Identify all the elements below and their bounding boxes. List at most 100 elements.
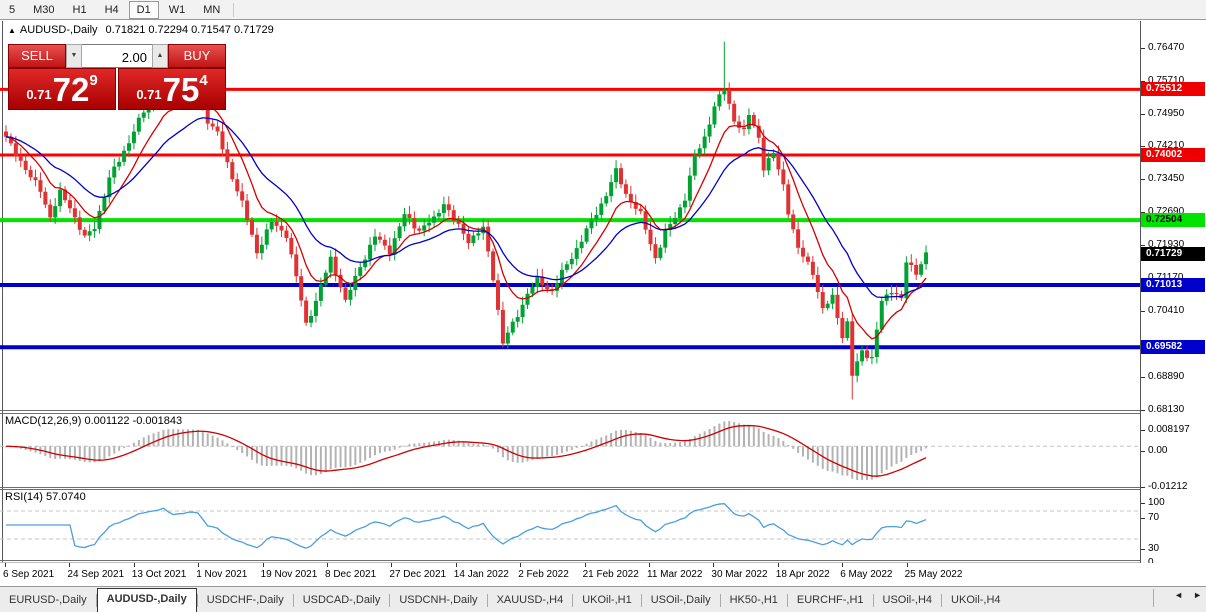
macd-histogram	[5, 421, 928, 480]
symbol-tab-ukoil-h1[interactable]: UKOil-,H1	[573, 590, 641, 612]
volume-input[interactable]	[82, 44, 152, 68]
chart-window: ▲ AUDUSD-,Daily 0.71821 0.72294 0.71547 0.…	[0, 21, 1206, 586]
date-tick-mark	[391, 563, 393, 567]
timeframe-button-d1[interactable]: D1	[128, 0, 159, 19]
price-level-badge: 0.71013	[1141, 278, 1205, 292]
date-tick-mark	[842, 563, 844, 567]
timeframe-button-m30[interactable]: M30	[25, 1, 62, 19]
price-tick-label: 0.73450	[1148, 173, 1185, 185]
symbol-tab-hk50-h1[interactable]: HK50-,H1	[721, 590, 787, 612]
symbol-tab-usoil-daily[interactable]: USOil-,Daily	[642, 590, 720, 612]
date-label: 25 May 2022	[904, 569, 963, 580]
volume-stepper: ▼ ▲	[66, 44, 168, 68]
macd-indicator-label: MACD(12,26,9) 0.001122 -0.001843	[5, 415, 183, 427]
price-level-badge: 0.74002	[1141, 148, 1205, 163]
date-tick-mark	[262, 563, 264, 567]
rsi-panel-canvas[interactable]	[0, 490, 1140, 560]
sell-price-prefix: 0.71	[26, 86, 52, 102]
indicator-tick-mark	[1141, 518, 1145, 519]
timeframe-button-h4[interactable]: H4	[97, 1, 127, 19]
tab-scroll-controls: ◄ ►	[1174, 590, 1202, 600]
timeframe-button-w1[interactable]: W1	[161, 1, 194, 19]
timeframe-button-mn[interactable]: MN	[195, 1, 228, 19]
date-tick-mark	[5, 563, 6, 567]
symbol-tab-usdchf-daily[interactable]: USDCHF-,Daily	[198, 590, 293, 612]
tab-bar-divider	[1153, 589, 1154, 607]
indicator-tick-label: 0.00	[1148, 445, 1168, 456]
date-tick-mark	[649, 563, 650, 567]
date-tick-mark	[455, 563, 457, 567]
indicator-tick-mark	[1141, 451, 1145, 452]
date-tick-mark	[713, 563, 715, 567]
symbol-tab-bar: EURUSD-,Daily AUDUSD-,Daily USDCHF-,Daily U…	[0, 586, 1206, 612]
panel-separator	[0, 560, 1206, 561]
buy-button[interactable]: BUY	[168, 44, 226, 68]
symbol-tab-eurusd-daily[interactable]: EURUSD-,Daily	[0, 590, 96, 612]
date-label: 18 Apr 2022	[775, 569, 830, 580]
buy-price-pip: 4	[199, 72, 208, 89]
sell-button[interactable]: SELL	[8, 44, 66, 68]
timeframe-button-5[interactable]: 5	[1, 1, 23, 19]
panel-separator	[0, 487, 1206, 488]
price-level-badge: 0.72504	[1141, 213, 1205, 228]
timeframe-toolbar: 5 M30 H1 H4 D1 W1 MN	[0, 0, 1206, 20]
price-tick-mark	[1141, 47, 1145, 49]
timeframe-button-h1[interactable]: H1	[65, 1, 95, 19]
symbol-tab-usoil-h4[interactable]: USOil-,H4	[874, 590, 942, 612]
price-tick-mark	[1141, 146, 1145, 147]
symbol-tab-audusd-daily[interactable]: AUDUSD-,Daily	[96, 588, 197, 612]
price-tick-mark	[1141, 179, 1145, 181]
price-axis: 0.76470 0.75710 0.74950 0.74210 0.73450 0.726…	[1140, 21, 1206, 568]
date-label: 30 Mar 2022	[711, 569, 768, 580]
date-axis[interactable]: 6 Sep 2021 24 Sep 2021 13 Oct 2021 1 Nov 20…	[0, 563, 1206, 586]
mt4-terminal: 5 M30 H1 H4 D1 W1 MN ▲ AUDUSD-,Daily 0.71821 0.7…	[0, 0, 1206, 612]
indicator-tick-label: -0.01212	[1148, 481, 1188, 492]
date-label: 21 Feb 2022	[582, 569, 639, 580]
price-level-badge: 0.71729	[1141, 246, 1205, 261]
indicator-tick-label: 70	[1148, 512, 1160, 523]
volume-decrease-button[interactable]: ▼	[66, 44, 82, 68]
price-tick-label: 0.68130	[1148, 404, 1185, 416]
toolbar-divider	[233, 2, 235, 17]
panel-separator	[0, 410, 1206, 411]
date-label: 24 Sep 2021	[67, 569, 125, 580]
horizontal-level-lines	[0, 87, 1140, 350]
rsi-line	[6, 502, 927, 549]
price-tick-mark	[1141, 377, 1145, 379]
tab-scroll-left-icon[interactable]: ◄	[1174, 590, 1183, 600]
date-tick-mark	[198, 563, 200, 567]
date-tick-mark	[327, 563, 328, 567]
date-tick-mark	[520, 563, 522, 567]
price-tick-label: 0.70410	[1148, 305, 1185, 317]
sell-price-display[interactable]: 0.71 72 9	[8, 68, 116, 110]
price-tick-label: 0.76470	[1148, 41, 1185, 53]
symbol-tab-xauusd-h4[interactable]: XAUUSD-,H4	[488, 590, 573, 612]
indicator-tick-label: 0.008197	[1148, 424, 1190, 435]
indicator-tick-label: 100	[1148, 497, 1165, 508]
date-label: 6 May 2022	[840, 569, 893, 580]
buy-price-big: 75	[162, 70, 200, 108]
date-label: 6 Sep 2021	[3, 569, 55, 580]
price-tick-mark	[1141, 311, 1145, 313]
date-tick-mark	[584, 563, 586, 567]
buy-price-prefix: 0.71	[136, 86, 162, 102]
sell-price-pip: 9	[89, 72, 98, 89]
rsi-indicator-label: RSI(14) 57.0740	[5, 491, 86, 503]
tab-scroll-right-icon[interactable]: ►	[1193, 590, 1202, 600]
buy-price-display[interactable]: 0.71 75 4	[118, 68, 226, 110]
date-tick-mark	[906, 563, 908, 567]
symbol-tab-usdcnh-daily[interactable]: USDCNH-,Daily	[390, 590, 486, 612]
date-tick-mark	[133, 563, 135, 567]
symbol-tab-usdcad-daily[interactable]: USDCAD-,Daily	[294, 590, 390, 612]
price-level-badge: 0.69582	[1141, 340, 1205, 355]
symbol-tab-ukoil-h4[interactable]: UKOil-,H4	[942, 590, 1010, 612]
date-label: 1 Nov 2021	[196, 569, 248, 580]
volume-increase-button[interactable]: ▲	[152, 44, 168, 68]
indicator-tick-mark	[1141, 430, 1145, 431]
price-level-badge: 0.75512	[1141, 82, 1205, 97]
price-tick-label: 0.74950	[1148, 107, 1185, 119]
macd-signal-line	[5, 424, 927, 477]
symbol-tab-eurchf-h1[interactable]: EURCHF-,H1	[788, 590, 873, 612]
date-label: 11 Mar 2022	[647, 569, 703, 580]
one-click-trade-panel: SELL ▼ ▲ BUY 0.71 72 9 0.71 75 4	[8, 44, 226, 110]
